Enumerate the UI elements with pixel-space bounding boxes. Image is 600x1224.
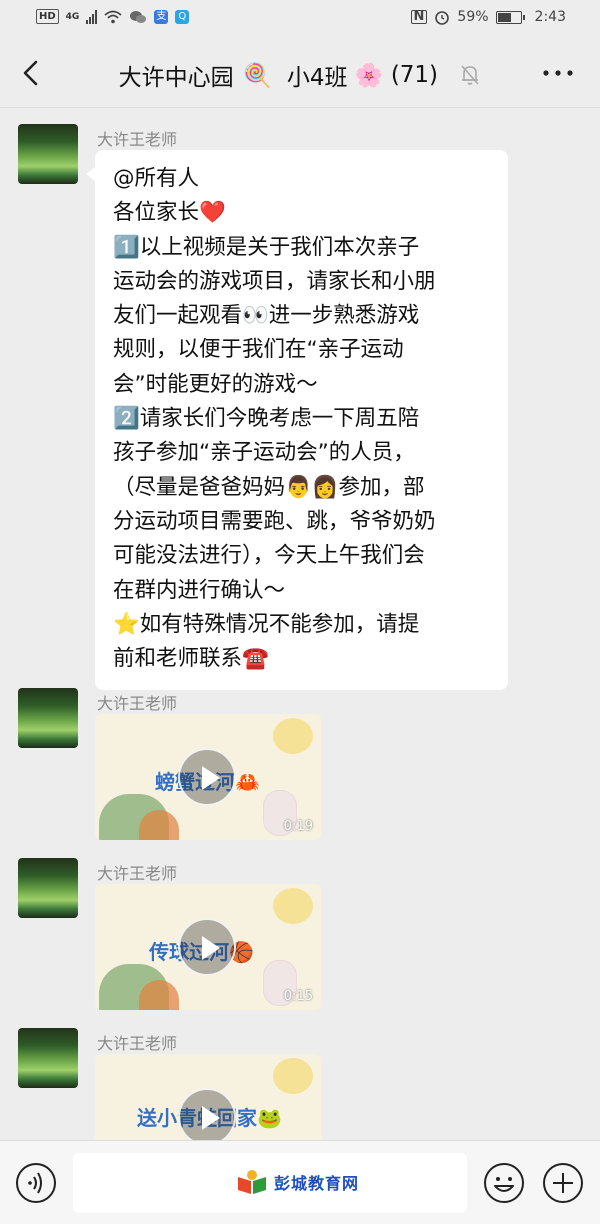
chat-header: 大许中心园 🍭 小4班 🌸 (71) — [0, 38, 600, 108]
battery-icon — [495, 10, 525, 24]
text-bubble[interactable]: @所有人 各位家长❤️ 1️⃣以上视频是关于我们本次亲子 运动会的游戏项目，请家… — [86, 150, 508, 691]
message-line: 分运动项目需要跑、跳，爷爷奶奶 — [113, 508, 436, 534]
network-label: 4G — [65, 11, 80, 22]
search-app-icon: Q — [175, 9, 190, 24]
video-duration: 0:19 — [283, 819, 313, 834]
signal-icon — [86, 9, 98, 24]
message-line: （尽量是爸爸妈妈👨👩参加，部 — [113, 474, 425, 500]
watermark: 彭城教育网 — [236, 1169, 359, 1195]
sender-name: 大许王老师 — [97, 1034, 178, 1053]
message-line: 2️⃣请家长们今晚考虑一下周五陪 — [113, 406, 420, 432]
video-thumbnail-decor — [139, 810, 179, 840]
avatar[interactable] — [18, 688, 78, 748]
sender-name: 大许王老师 — [97, 694, 178, 713]
clock: 2:43 — [534, 9, 566, 25]
video-message[interactable]: 螃蟹过河🦀 0:19 — [95, 714, 321, 840]
group-name: 大许中心园 — [118, 65, 234, 91]
message-input[interactable]: 彭城教育网 — [73, 1153, 467, 1213]
message-line: ⭐如有特殊情况不能参加，请提 — [113, 611, 420, 637]
message-line: 可能没法进行），今天上午我们会 — [113, 543, 425, 569]
message-line: 在群内进行确认～ — [113, 577, 286, 603]
avatar[interactable] — [18, 1028, 78, 1088]
message-line: 各位家长❤️ — [113, 200, 226, 226]
message-list[interactable]: 大许王老师 @所有人 各位家长❤️ 1️⃣以上视频是关于我们本次亲子 运动会的游… — [0, 108, 600, 1140]
alipay-icon: 支 — [154, 9, 169, 24]
video-message[interactable]: 送小青蛙回家🐸 — [95, 1054, 321, 1140]
video-thumbnail-decor — [139, 980, 179, 1010]
hd-badge: HD — [36, 9, 59, 24]
battery-percent: 59% — [457, 9, 489, 25]
watermark-text: 彭城教育网 — [274, 1174, 360, 1193]
message-line: 孩子参加“亲子运动会”的人员， — [113, 440, 415, 466]
wechat-notify-icon — [130, 10, 147, 23]
nfc-icon: N — [410, 10, 428, 24]
message-line: 前和老师联系☎️ — [113, 646, 269, 672]
status-bar: HD 4G 支 Q N 59% 2:43 — [0, 0, 600, 38]
message-line: 会”时能更好的游戏～ — [113, 371, 318, 397]
member-count: (71) — [390, 62, 439, 88]
avatar[interactable] — [18, 124, 78, 184]
video-duration: 0:15 — [283, 989, 313, 1004]
play-icon[interactable] — [178, 748, 236, 806]
flower-emoji: 🌸 — [354, 62, 384, 89]
emoji-icon[interactable] — [483, 1162, 525, 1204]
message-line: 友们一起观看👀进一步熟悉游戏 — [113, 303, 420, 329]
wifi-icon — [104, 10, 122, 23]
chat-title: 大许中心园 🍭 小4班 🌸 (71) — [0, 58, 600, 92]
bell-muted-icon — [461, 65, 479, 85]
lollipop-emoji: 🍭 — [242, 62, 272, 89]
play-icon[interactable] — [178, 918, 236, 976]
video-thumbnail-decor — [273, 1058, 313, 1094]
message-line: 运动会的游戏项目，请家长和小朋 — [113, 268, 436, 294]
book-logo-icon — [238, 1170, 266, 1194]
message-line: @所有人 — [113, 166, 200, 191]
video-message[interactable]: 传球过河🏀 0:15 — [95, 884, 321, 1010]
class-name: 小4班 — [286, 65, 348, 91]
sender-name: 大许王老师 — [97, 130, 178, 149]
video-thumbnail-decor — [273, 888, 313, 924]
message-line: 规则，以便于我们在“亲子运动 — [113, 337, 404, 363]
alarm-icon — [435, 11, 450, 25]
sender-name: 大许王老师 — [97, 864, 178, 883]
more-dots-icon[interactable] — [540, 58, 576, 88]
plus-icon[interactable] — [542, 1162, 584, 1204]
voice-icon[interactable] — [15, 1162, 57, 1204]
avatar[interactable] — [18, 858, 78, 918]
input-bar: 彭城教育网 — [0, 1140, 600, 1224]
message-line: 1️⃣以上视频是关于我们本次亲子 — [113, 234, 420, 260]
play-icon[interactable] — [178, 1088, 236, 1140]
video-thumbnail-decor — [273, 718, 313, 754]
